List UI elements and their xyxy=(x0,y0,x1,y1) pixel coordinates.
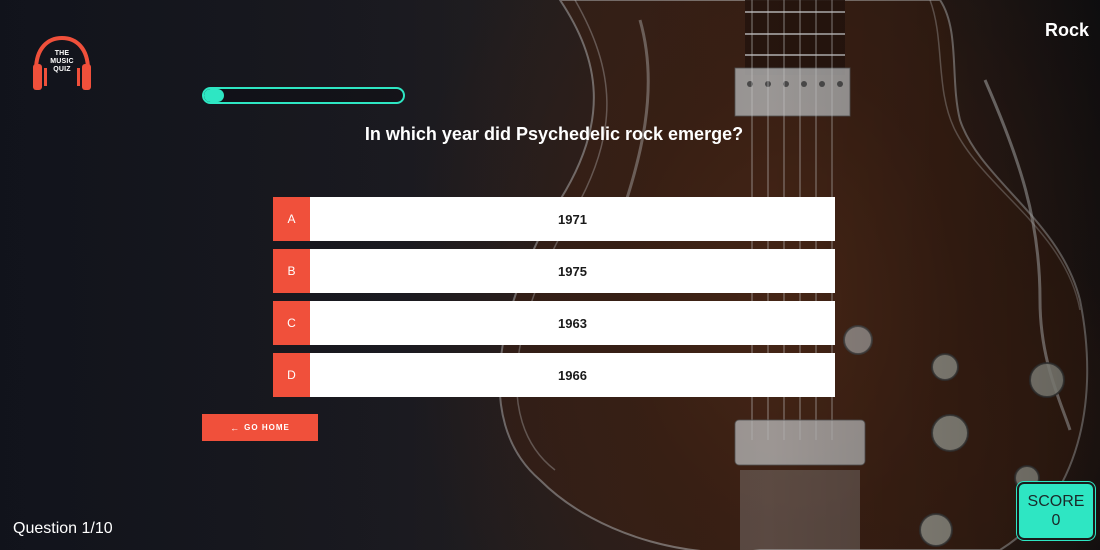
answer-option-a[interactable]: A 1971 xyxy=(273,197,835,241)
music-quiz-logo[interactable]: THE MUSIC QUIZ xyxy=(30,34,94,94)
progress-fill xyxy=(204,89,224,102)
genre-label: Rock xyxy=(1044,20,1089,40)
go-home-label: GO HOME xyxy=(244,423,290,432)
score-label: SCORE xyxy=(1027,493,1085,510)
arrow-left-icon: ← xyxy=(230,422,241,433)
answer-text: 1966 xyxy=(558,367,587,383)
answer-option-c[interactable]: C 1963 xyxy=(273,301,835,345)
answer-text: 1975 xyxy=(558,263,587,279)
answer-text: 1963 xyxy=(558,315,587,331)
question-text: In which year did Psychedelic rock emerg… xyxy=(364,124,744,144)
logo-text: THE MUSIC QUIZ xyxy=(50,50,74,73)
answer-option-b[interactable]: B 1975 xyxy=(273,249,835,293)
question-counter: Question 1/10 xyxy=(13,520,113,537)
answer-list: A 1971 B 1975 C 1963 D 1966 xyxy=(273,197,835,405)
answer-letter: C xyxy=(273,301,310,345)
quiz-progress-bar xyxy=(202,87,405,104)
answer-letter: A xyxy=(273,197,310,241)
go-home-button[interactable]: ← GO HOME xyxy=(202,414,318,441)
answer-letter: D xyxy=(273,353,310,397)
score-box: SCORE 0 xyxy=(1017,482,1095,540)
answer-text: 1971 xyxy=(558,211,587,227)
score-value: 0 xyxy=(1051,512,1061,529)
answer-letter: B xyxy=(273,249,310,293)
answer-option-d[interactable]: D 1966 xyxy=(273,353,835,397)
